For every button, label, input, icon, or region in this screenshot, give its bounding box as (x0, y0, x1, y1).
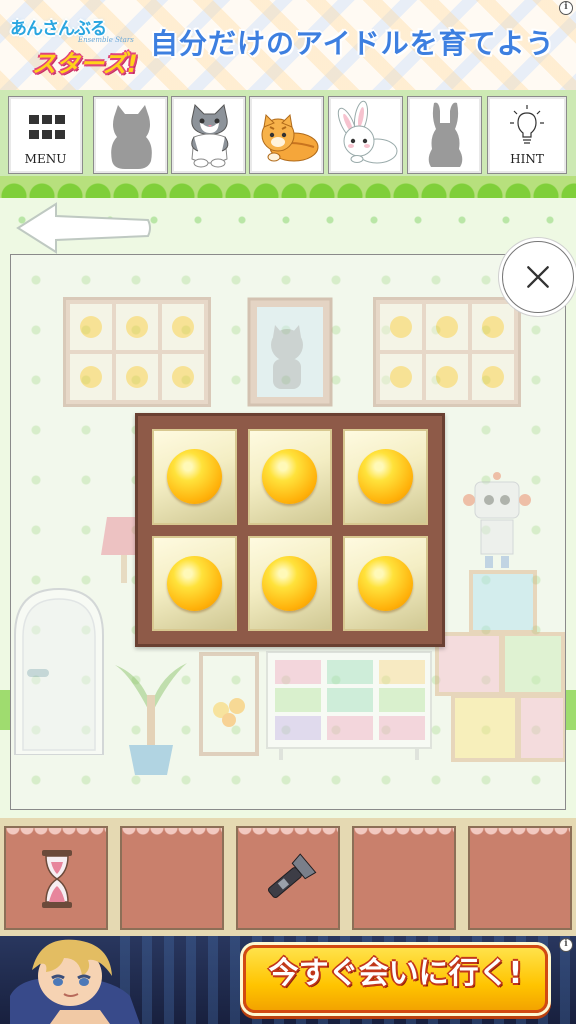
close-button[interactable] (502, 241, 574, 313)
ad-tagline: 自分だけのアイドルを育てよう (150, 27, 555, 60)
cat-silhouette-icon (111, 105, 152, 169)
wall-shelf-right (373, 297, 521, 407)
white-door (14, 587, 104, 755)
gray-cat-icon (191, 103, 229, 168)
yellow-ball[interactable] (166, 555, 222, 611)
yellow-ball[interactable] (262, 449, 318, 505)
ad-info-icon[interactable]: i (559, 1, 573, 15)
hourglass-icon[interactable] (6, 828, 106, 928)
collection-slot-2[interactable] (171, 96, 246, 174)
ad-logo-main-text: スターズ! (32, 50, 138, 78)
white-rabbit-icon (337, 100, 398, 164)
orange-cat-icon (261, 113, 319, 162)
yellow-ball[interactable] (166, 449, 222, 505)
back-arrow-icon[interactable] (14, 200, 154, 256)
toy-robot (463, 472, 531, 568)
item-slot-1[interactable] (4, 826, 108, 930)
item-slot-3[interactable] (236, 826, 340, 930)
anime-character-image (10, 939, 140, 1024)
shelf-cell-2[interactable] (247, 429, 333, 525)
drawer-cabinet (266, 651, 432, 760)
collection-slot-1[interactable] (93, 96, 168, 174)
shelf-cell-4[interactable] (152, 535, 237, 631)
yellow-ball[interactable] (262, 555, 318, 611)
rabbit-silhouette-icon (428, 102, 463, 167)
cat-picture-frame (247, 297, 333, 407)
hint-label: HINT (510, 152, 544, 166)
ad-cta-button[interactable]: 今すぐ会いに行く! (243, 945, 548, 1013)
menu-button[interactable]: MENU (8, 96, 83, 174)
ad-logo-subtext: Ensemble Stars (78, 36, 134, 44)
lightbulb-icon (510, 105, 544, 144)
ad-logo: あんさんぶる Ensemble Stars スターズ! (10, 14, 142, 78)
ad-info-icon[interactable]: i (559, 938, 573, 952)
top-ad-banner[interactable]: あんさんぶる Ensemble Stars スターズ! 自分だけのアイドルを育て… (0, 0, 576, 90)
shelf-cell-5[interactable] (247, 535, 333, 631)
shelf-cell-6[interactable] (343, 535, 428, 631)
yellow-ball[interactable] (358, 555, 414, 611)
collection-slot-3[interactable] (249, 96, 324, 174)
shelf-cell-1[interactable] (152, 429, 237, 525)
hint-button[interactable]: HINT (487, 96, 567, 174)
flower-table (199, 652, 259, 756)
wall-shelf-left (63, 297, 211, 407)
flashlight-icon[interactable] (238, 828, 338, 928)
item-slot-4[interactable] (352, 826, 456, 930)
collection-slot-5[interactable] (407, 96, 482, 174)
toy-blocks (435, 570, 565, 762)
potted-plant (115, 663, 187, 775)
collection-slot-4[interactable] (328, 96, 403, 174)
yellow-ball[interactable] (358, 449, 414, 505)
item-slot-5[interactable] (468, 826, 572, 930)
ball-shelf-puzzle (135, 413, 445, 647)
menu-label: MENU (24, 152, 67, 166)
ball-grid (152, 429, 428, 631)
item-slot-2[interactable] (120, 826, 224, 930)
close-icon (527, 266, 549, 288)
menu-grid-icon (29, 115, 65, 141)
shelf-cell-3[interactable] (343, 429, 428, 525)
